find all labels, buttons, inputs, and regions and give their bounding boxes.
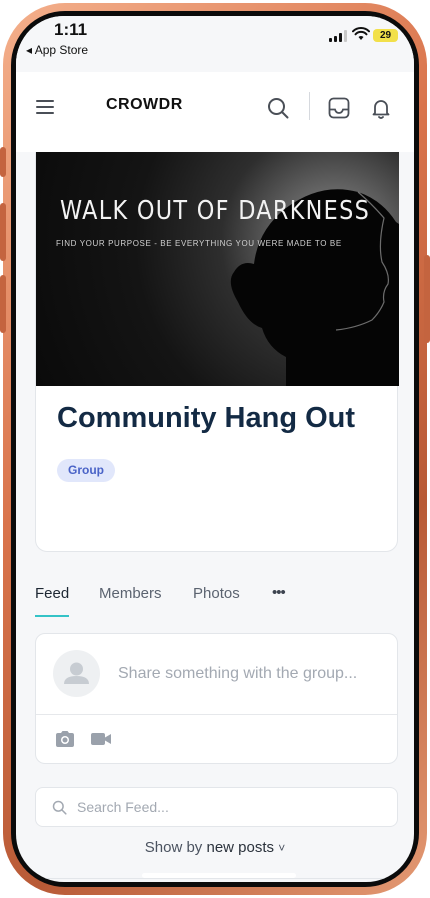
feed-search-placeholder: Search Feed... bbox=[77, 799, 169, 815]
chevron-down-icon: ˅ bbox=[278, 841, 286, 855]
volume-up-button bbox=[0, 203, 6, 261]
app-logo[interactable]: CROWDR bbox=[106, 96, 183, 114]
sort-value[interactable]: new posts bbox=[206, 839, 274, 856]
battery-indicator: 29 bbox=[373, 29, 398, 42]
volume-down-button bbox=[0, 275, 6, 333]
sort-prefix: Show by bbox=[144, 839, 203, 856]
camera-icon[interactable] bbox=[54, 729, 76, 749]
home-indicator bbox=[142, 873, 296, 878]
power-button bbox=[424, 255, 430, 343]
signal-icon bbox=[329, 30, 347, 42]
tab-photos[interactable]: Photos bbox=[193, 585, 240, 602]
group-tabs: Feed Members Photos ••• bbox=[35, 581, 398, 621]
screen: 1:11 ◂ App Store 29 CROWDR WALK OUT OF D… bbox=[16, 16, 414, 882]
bell-icon[interactable] bbox=[369, 96, 393, 120]
tab-feed[interactable]: Feed bbox=[35, 585, 69, 602]
avatar bbox=[53, 650, 100, 697]
active-tab-indicator bbox=[35, 615, 69, 617]
divider bbox=[35, 878, 398, 879]
composer-input[interactable]: Share something with the group... bbox=[118, 665, 357, 683]
status-bar: 1:11 ◂ App Store 29 bbox=[16, 16, 414, 72]
sort-selector[interactable]: Show by new posts ˅ bbox=[16, 839, 414, 856]
group-cover-image: WALK OUT OF DARKNESS FIND YOUR PURPOSE -… bbox=[36, 152, 399, 386]
silhouette-image bbox=[230, 189, 399, 386]
tab-more[interactable]: ••• bbox=[272, 584, 286, 601]
video-icon[interactable] bbox=[90, 729, 112, 749]
side-button bbox=[0, 147, 6, 177]
group-title: Community Hang Out bbox=[57, 402, 356, 434]
feed-search-input[interactable]: Search Feed... bbox=[35, 787, 398, 827]
cover-subtitle: FIND YOUR PURPOSE - BE EVERYTHING YOU WE… bbox=[56, 239, 342, 248]
inbox-icon[interactable] bbox=[327, 96, 351, 120]
back-to-app-link[interactable]: ◂ App Store bbox=[26, 43, 88, 57]
group-card: WALK OUT OF DARKNESS FIND YOUR PURPOSE -… bbox=[35, 152, 399, 552]
search-icon bbox=[52, 800, 67, 815]
composer-divider bbox=[36, 714, 397, 715]
cover-title: WALK OUT OF DARKNESS bbox=[60, 196, 371, 226]
user-placeholder-icon bbox=[64, 662, 89, 684]
wifi-icon bbox=[352, 27, 370, 40]
menu-icon[interactable] bbox=[36, 100, 56, 114]
group-type-badge: Group bbox=[57, 459, 115, 482]
app-header: CROWDR bbox=[16, 72, 414, 152]
header-divider bbox=[309, 92, 310, 120]
search-icon[interactable] bbox=[266, 96, 290, 120]
status-time: 1:11 bbox=[54, 20, 88, 39]
tab-members[interactable]: Members bbox=[99, 585, 162, 602]
post-composer: Share something with the group... bbox=[35, 633, 398, 764]
